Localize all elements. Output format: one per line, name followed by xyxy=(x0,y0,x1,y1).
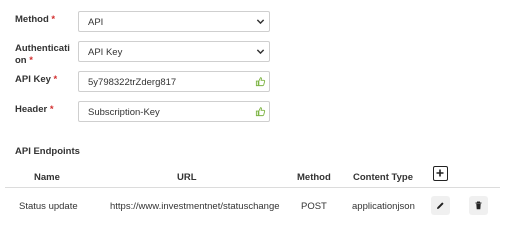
cell-name: Status update xyxy=(19,201,78,212)
method-select[interactable]: API xyxy=(78,11,270,32)
header-label-text: Header xyxy=(15,104,48,115)
cell-method: POST xyxy=(301,201,327,212)
column-header-url: URL xyxy=(177,172,197,183)
cell-url: https://www.investmentnet/statuschange xyxy=(110,201,280,212)
column-header-content-type: Content Type xyxy=(353,172,413,183)
trash-icon xyxy=(475,201,482,210)
api-key-label: API Key * xyxy=(15,74,75,86)
pencil-icon xyxy=(437,202,444,209)
cell-content-type: applicationjson xyxy=(352,201,415,212)
chevron-down-icon xyxy=(256,19,265,25)
required-marker: * xyxy=(29,55,33,66)
table-header-divider xyxy=(5,187,500,188)
api-endpoints-title: API Endpoints xyxy=(15,146,80,157)
authentication-label-line2: on xyxy=(15,55,27,66)
plus-icon xyxy=(436,169,444,177)
authentication-label-line1: Authenticati xyxy=(15,43,70,54)
required-marker: * xyxy=(49,104,54,115)
api-key-label-text: API Key xyxy=(15,74,51,85)
api-key-input-value: 5y798322trZderg817 xyxy=(88,77,177,88)
thumbs-up-icon xyxy=(255,77,266,87)
column-header-method: Method xyxy=(297,172,331,183)
thumbs-up-icon xyxy=(255,107,266,117)
method-label: Method * xyxy=(15,14,75,26)
delete-endpoint-button[interactable] xyxy=(469,196,488,215)
chevron-down-icon xyxy=(256,49,265,55)
header-input[interactable]: Subscription-Key xyxy=(78,101,270,122)
authentication-select-value: API Key xyxy=(88,47,123,58)
add-endpoint-button[interactable] xyxy=(433,166,448,181)
required-marker: * xyxy=(53,74,58,85)
required-marker: * xyxy=(51,14,56,25)
column-header-name: Name xyxy=(34,172,60,183)
method-label-text: Method xyxy=(15,14,49,25)
edit-endpoint-button[interactable] xyxy=(431,196,450,215)
method-select-value: API xyxy=(88,17,104,28)
header-input-value: Subscription-Key xyxy=(88,107,160,118)
authentication-label: Authenticati on * xyxy=(15,43,75,67)
header-label: Header * xyxy=(15,104,75,116)
authentication-select[interactable]: API Key xyxy=(78,41,270,62)
api-key-input[interactable]: 5y798322trZderg817 xyxy=(78,71,270,92)
